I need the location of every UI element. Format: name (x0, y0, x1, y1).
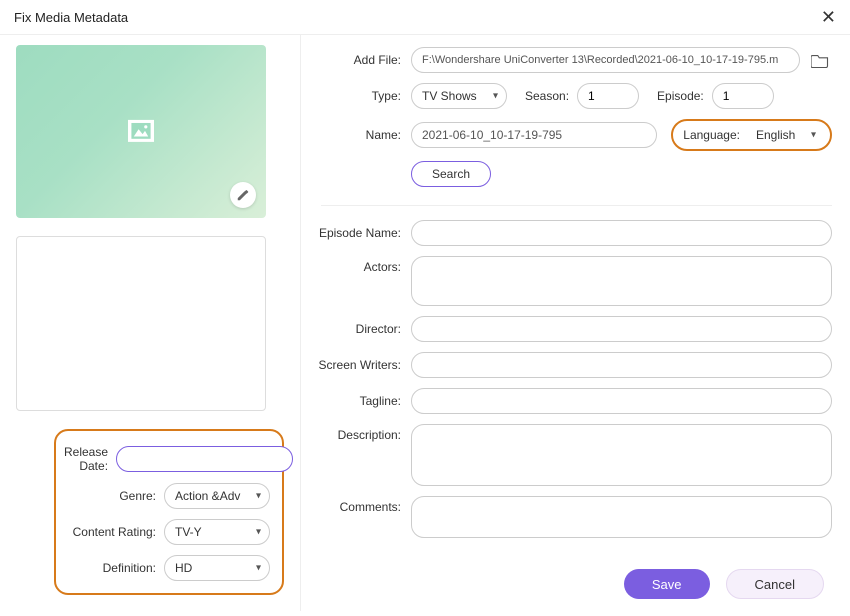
add-file-label: Add File: (301, 53, 401, 67)
pencil-icon (236, 188, 250, 202)
footer: Save Cancel (301, 563, 832, 599)
genre-select[interactable]: Action &Adv ▾ (164, 483, 270, 509)
description-label: Description: (301, 424, 401, 442)
type-select[interactable]: TV Shows ▾ (411, 83, 507, 109)
director-input[interactable] (411, 316, 832, 342)
actors-label: Actors: (301, 256, 401, 274)
definition-value: HD (175, 561, 192, 575)
type-label: Type: (301, 89, 401, 103)
language-select[interactable]: English ▾ (748, 124, 824, 146)
image-placeholder-icon (128, 119, 154, 141)
description-input[interactable] (411, 424, 832, 486)
close-icon[interactable]: ✕ (821, 8, 836, 26)
content-rating-value: TV-Y (175, 525, 202, 539)
genre-value: Action &Adv (175, 489, 240, 503)
episode-label: Episode: (657, 89, 704, 103)
name-input[interactable] (411, 122, 657, 148)
definition-select[interactable]: HD ▾ (164, 555, 270, 581)
comments-label: Comments: (301, 496, 401, 514)
chevron-down-icon: ▾ (256, 527, 261, 538)
chevron-down-icon: ▾ (493, 91, 498, 102)
tagline-label: Tagline: (301, 394, 401, 408)
language-label: Language: (683, 128, 740, 142)
titlebar: Fix Media Metadata ✕ (0, 0, 850, 35)
episode-name-input[interactable] (411, 220, 832, 246)
divider (321, 205, 832, 206)
content-rating-label: Content Rating: (64, 525, 156, 539)
release-date-label: Release Date: (64, 445, 108, 473)
content-rating-select[interactable]: TV-Y ▾ (164, 519, 270, 545)
director-label: Director: (301, 322, 401, 336)
edit-thumbnail-button[interactable] (230, 182, 256, 208)
search-button[interactable]: Search (411, 161, 491, 187)
cancel-button[interactable]: Cancel (726, 569, 824, 599)
left-pane: Release Date: Genre: Action &Adv ▾ Conte… (0, 35, 300, 611)
episode-name-label: Episode Name: (301, 226, 401, 240)
language-group: Language: English ▾ (671, 119, 832, 151)
screen-writers-label: Screen Writers: (301, 358, 401, 372)
screen-writers-input[interactable] (411, 352, 832, 378)
season-input[interactable] (577, 83, 639, 109)
season-label: Season: (525, 89, 569, 103)
comments-input[interactable] (411, 496, 832, 538)
release-date-input[interactable] (116, 446, 293, 472)
actors-input[interactable] (411, 256, 832, 306)
genre-label: Genre: (64, 489, 156, 503)
save-button[interactable]: Save (624, 569, 710, 599)
right-pane: Add File: F:\Wondershare UniConverter 13… (300, 35, 850, 611)
secondary-preview (16, 236, 266, 411)
type-value: TV Shows (422, 89, 477, 103)
episode-input[interactable] (712, 83, 774, 109)
chevron-down-icon: ▾ (811, 130, 816, 141)
tagline-input[interactable] (411, 388, 832, 414)
thumbnail-preview (16, 45, 266, 218)
definition-label: Definition: (64, 561, 156, 575)
chevron-down-icon: ▾ (256, 563, 261, 574)
add-file-path: F:\Wondershare UniConverter 13\Recorded\… (411, 47, 800, 73)
window-title: Fix Media Metadata (14, 10, 128, 25)
folder-icon (811, 52, 829, 68)
browse-folder-button[interactable] (808, 50, 832, 70)
name-label: Name: (301, 128, 401, 142)
metadata-group: Release Date: Genre: Action &Adv ▾ Conte… (54, 429, 284, 595)
chevron-down-icon: ▾ (256, 491, 261, 502)
language-value: English (756, 128, 795, 142)
